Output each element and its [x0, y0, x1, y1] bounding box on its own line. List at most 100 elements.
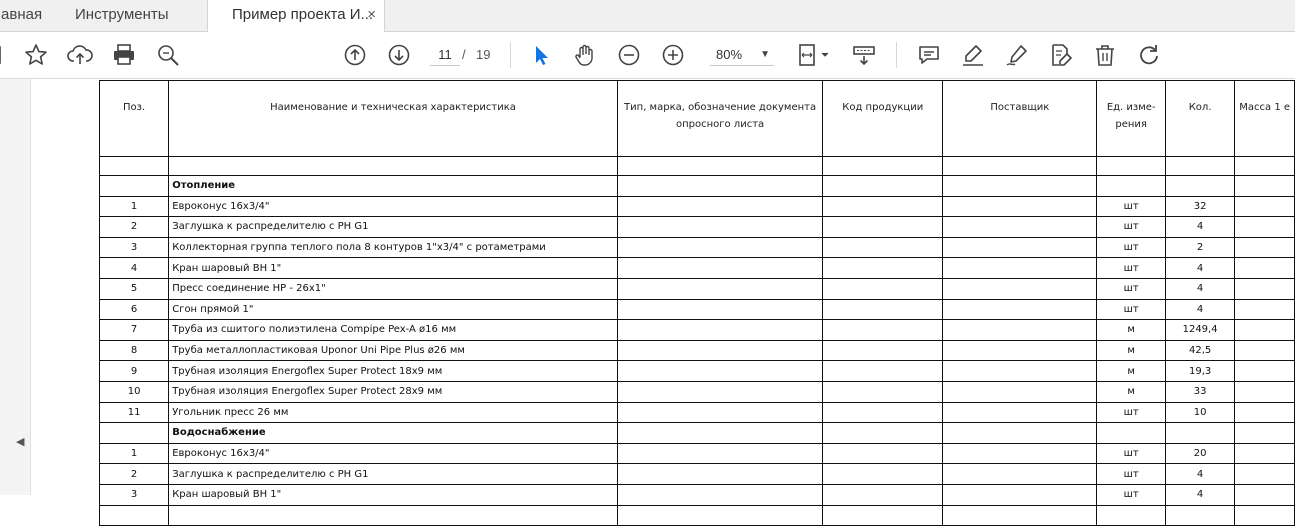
cell-qty: 10 — [1164, 401, 1236, 424]
cell-empty — [822, 380, 944, 403]
left-panel-gutter: ◀ — [0, 79, 31, 495]
cell-unit: м — [1096, 360, 1166, 382]
zoom-select[interactable]: 80% ▼ — [710, 45, 774, 66]
cell-empty — [942, 360, 1098, 382]
document-viewer[interactable]: ◀ Поз. Наименование и техническая характе… — [0, 79, 1295, 526]
toolbar-divider — [510, 42, 511, 68]
delete-icon[interactable] — [1091, 41, 1119, 69]
cell-qty — [1164, 156, 1236, 176]
cell-empty — [942, 257, 1098, 279]
cell-empty — [942, 277, 1098, 300]
cell-qty: 32 — [1164, 195, 1236, 218]
cell-qty: 4 — [1164, 463, 1236, 485]
column-header: Ед. изме-рения — [1096, 80, 1166, 157]
cell-qty — [1164, 504, 1236, 526]
cell-empty — [822, 442, 944, 465]
cell-empty — [616, 319, 824, 341]
tab-home[interactable]: Главная — [0, 0, 55, 31]
hand-icon[interactable] — [571, 41, 599, 69]
cell-empty — [822, 257, 944, 279]
cell-unit: шт — [1096, 216, 1166, 238]
page-up-icon[interactable] — [341, 41, 369, 69]
table-header-row: Поз. Наименование и техническая характери… — [98, 80, 1295, 157]
cell-empty — [822, 463, 944, 485]
cell-pos — [98, 504, 170, 526]
cell-empty — [822, 175, 944, 197]
zoom-in-icon[interactable] — [659, 41, 687, 69]
cell-empty — [1234, 216, 1295, 238]
cell-empty — [822, 360, 944, 382]
zoom-search-icon[interactable] — [154, 41, 182, 69]
cell-empty — [942, 442, 1098, 465]
cell-empty — [1234, 380, 1295, 403]
cell-name: Сгон прямой 1" — [168, 298, 618, 321]
cell-unit — [1096, 175, 1166, 197]
cell-empty — [616, 216, 824, 238]
expand-panel-icon[interactable]: ◀ — [16, 435, 24, 448]
cell-empty — [1234, 401, 1295, 424]
page-number-input[interactable]: 11 — [430, 45, 460, 66]
cell-pos: 6 — [98, 298, 170, 321]
scroll-mode-icon[interactable] — [850, 41, 878, 69]
select-arrow-icon[interactable] — [527, 41, 555, 69]
cell-empty — [1234, 257, 1295, 279]
cell-name: Труба из сшитого полиэтилена Compipe Pex… — [168, 319, 618, 341]
star-icon[interactable] — [22, 41, 50, 69]
cell-empty — [616, 156, 824, 176]
comment-icon[interactable] — [915, 41, 943, 69]
cell-empty — [942, 422, 1098, 444]
zoom-out-icon[interactable] — [615, 41, 643, 69]
cell-qty: 2 — [1164, 236, 1236, 259]
cell-unit: шт — [1096, 195, 1166, 218]
cell-name: Пресс соединение НР - 26х1" — [168, 277, 618, 300]
cloud-upload-icon[interactable] — [66, 41, 94, 69]
cell-empty — [942, 463, 1098, 485]
cell-empty — [822, 156, 944, 176]
cell-empty — [1234, 319, 1295, 341]
table-row: 10 Трубная изоляция Energoflex Super Prot… — [98, 380, 1295, 403]
table-row: 2 Заглушка к распределителю с РН G1 шт 4 — [98, 463, 1295, 485]
close-tab-icon[interactable]: × — [367, 0, 376, 30]
cell-empty — [822, 504, 944, 526]
table-row: 4 Кран шаровый ВН 1" шт 4 — [98, 257, 1295, 279]
page-down-icon[interactable] — [385, 41, 413, 69]
cell-empty — [822, 339, 944, 362]
highlight-icon[interactable] — [959, 41, 987, 69]
cell-name: Труба металлопластиковая Uponor Uni Pipe… — [168, 339, 618, 362]
cell-empty — [1234, 277, 1295, 300]
cell-empty — [616, 236, 824, 259]
pdf-page: Поз. Наименование и техническая характери… — [31, 79, 1295, 526]
tab-tools[interactable]: Инструменты — [75, 0, 169, 31]
tab-home-label: Главная — [0, 6, 43, 23]
cell-unit: шт — [1096, 298, 1166, 321]
cell-empty — [942, 195, 1098, 218]
cell-empty — [942, 339, 1098, 362]
column-header: Наименование и техническая характеристик… — [168, 80, 618, 157]
cell-empty — [1234, 236, 1295, 259]
cell-pos — [98, 422, 170, 444]
zoom-value: 80% — [716, 47, 743, 62]
cell-empty — [616, 175, 824, 197]
section-row: Водоснабжение — [98, 422, 1295, 444]
save-icon[interactable] — [0, 41, 8, 69]
column-header: Масса 1 е — [1234, 80, 1295, 157]
sign-icon[interactable] — [1003, 41, 1031, 69]
cell-empty — [1234, 175, 1295, 197]
table-row: 3 Коллекторная группа теплого пола 8 кон… — [98, 236, 1295, 259]
rotate-icon[interactable] — [1135, 41, 1163, 69]
section-row: Отопление — [98, 175, 1295, 197]
cell-qty: 4 — [1164, 216, 1236, 238]
edit-icon[interactable] — [1047, 41, 1075, 69]
cell-qty: 4 — [1164, 277, 1236, 300]
tab-document[interactable]: Пример проекта И... × — [207, 0, 385, 32]
fit-page-icon[interactable] — [796, 41, 832, 69]
cell-unit: шт — [1096, 257, 1166, 279]
chevron-down-icon: ▼ — [760, 49, 770, 60]
cell-empty — [1234, 463, 1295, 485]
cell-pos: 1 — [98, 442, 170, 465]
cell-name — [168, 156, 618, 176]
tab-tools-label: Инструменты — [75, 6, 169, 23]
print-icon[interactable] — [110, 41, 138, 69]
table-row: 6 Сгон прямой 1" шт 4 — [98, 298, 1295, 321]
cell-empty — [822, 277, 944, 300]
